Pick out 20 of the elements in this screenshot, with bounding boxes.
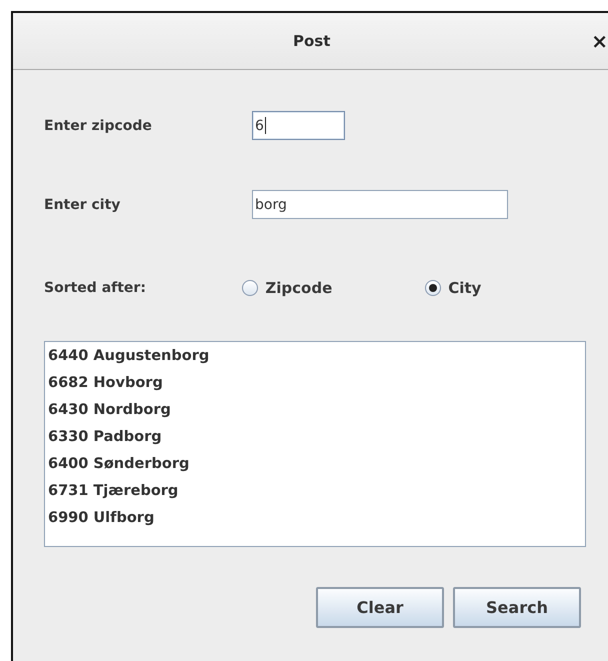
list-item[interactable]: 6731 Tjæreborg — [48, 478, 582, 505]
action-button[interactable]: Clear — [316, 587, 444, 628]
list-item[interactable]: 6682 Hovborg — [48, 370, 582, 397]
radio-label[interactable]: City — [448, 279, 482, 297]
input-field[interactable]: borg — [252, 190, 508, 219]
sort-label: Sorted after: — [44, 280, 147, 296]
list-item[interactable]: 6400 Sønderborg — [48, 451, 582, 478]
radio-button[interactable] — [425, 280, 442, 296]
field-label: Enter zipcode — [44, 118, 153, 134]
radio-label[interactable]: Zipcode — [265, 279, 332, 297]
list-item[interactable]: 6990 Ulfborg — [48, 505, 582, 532]
field-label: Enter city — [44, 196, 122, 212]
list-item[interactable]: 6330 Padborg — [48, 424, 582, 451]
list-item[interactable]: 6440 Augustenborg — [48, 343, 582, 370]
action-button[interactable]: Search — [453, 587, 581, 628]
radio-button[interactable] — [242, 280, 258, 296]
window-title: Post — [293, 32, 330, 50]
close-button[interactable]: × — [587, 31, 608, 51]
input-field[interactable]: 6 — [252, 111, 345, 140]
list-item[interactable]: 6430 Nordborg — [48, 397, 582, 424]
